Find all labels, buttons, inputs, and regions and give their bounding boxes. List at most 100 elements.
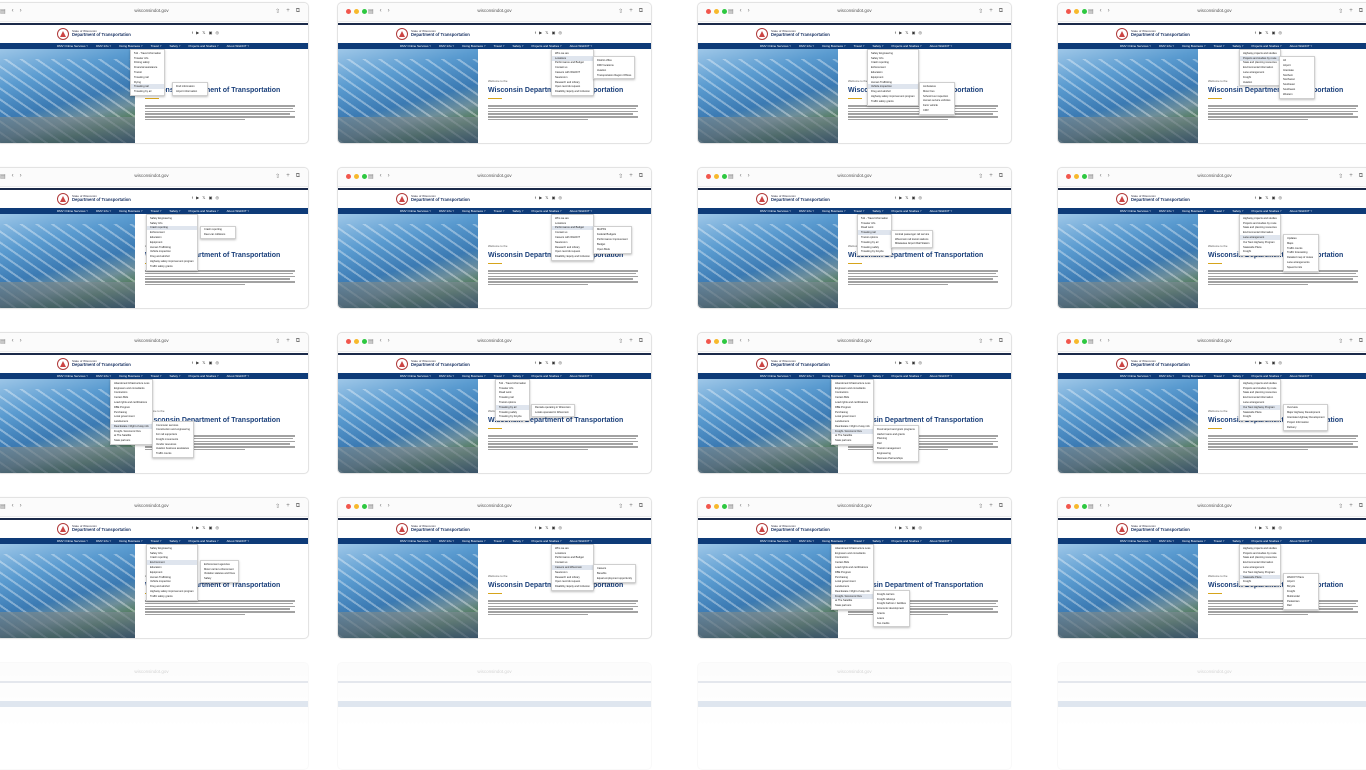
menu-item[interactable]: State partners: [111, 438, 152, 443]
address-bar[interactable]: wisconsindot.gov: [823, 502, 885, 509]
site-logo[interactable]: State of Wisconsin Department of Transpor…: [756, 357, 830, 371]
sidebar-icon[interactable]: ▤: [728, 503, 734, 510]
nav-item[interactable]: Projects and Studies ˅: [189, 373, 219, 379]
close-window-button[interactable]: [706, 339, 711, 344]
nav-item[interactable]: Safety ˅: [512, 208, 523, 214]
menu-item[interactable]: Rail: [1284, 603, 1318, 608]
tabs-overview-icon[interactable]: ⧉: [296, 338, 300, 345]
share-icon[interactable]: ⇧: [1338, 8, 1343, 15]
forward-icon[interactable]: ›: [388, 8, 390, 15]
site-logo[interactable]: State of Wisconsin Department of Transpor…: [396, 192, 470, 206]
site-logo[interactable]: State of Wisconsin Department of Transpor…: [756, 522, 830, 536]
forward-icon[interactable]: ›: [20, 173, 22, 180]
nav-item[interactable]: About WisDOT ˅: [930, 208, 953, 214]
back-icon[interactable]: ‹: [740, 338, 742, 345]
back-icon[interactable]: ‹: [380, 503, 382, 510]
social-icons[interactable]: f ▶ 𝕏 ▣ ◎: [535, 30, 563, 35]
nav-item[interactable]: Travel ˅: [1214, 538, 1225, 544]
close-window-button[interactable]: [346, 9, 351, 14]
sidebar-icon[interactable]: ▤: [728, 173, 734, 180]
tabs-overview-icon[interactable]: ⧉: [999, 503, 1003, 510]
menu-item[interactable]: Aviation: [1240, 80, 1280, 85]
forward-icon[interactable]: ›: [1108, 173, 1110, 180]
new-tab-icon[interactable]: +: [286, 8, 290, 15]
back-icon[interactable]: ‹: [380, 338, 382, 345]
share-icon[interactable]: ⇧: [978, 173, 983, 180]
forward-icon[interactable]: ›: [748, 173, 750, 180]
tabs-overview-icon[interactable]: ⧉: [999, 338, 1003, 345]
tabs-overview-icon[interactable]: ⧉: [639, 173, 643, 180]
site-logo[interactable]: State of Wisconsin Department of Transpor…: [1116, 522, 1190, 536]
forward-icon[interactable]: ›: [748, 338, 750, 345]
zoom-window-button[interactable]: [1082, 9, 1087, 14]
address-bar[interactable]: wisconsindot.gov: [823, 337, 885, 344]
sidebar-icon[interactable]: ▤: [368, 8, 374, 15]
nav-item[interactable]: About WisDOT ˅: [1290, 208, 1313, 214]
share-icon[interactable]: ⇧: [1338, 503, 1343, 510]
social-icons[interactable]: f ▶ 𝕏 ▣ ◎: [192, 360, 220, 365]
social-icons[interactable]: f ▶ 𝕏 ▣ ◎: [535, 525, 563, 530]
address-bar[interactable]: wisconsindot.gov: [120, 337, 182, 344]
minimize-window-button[interactable]: [714, 9, 719, 14]
social-icons[interactable]: f ▶ 𝕏 ▣ ◎: [1255, 30, 1283, 35]
share-icon[interactable]: ⇧: [275, 338, 280, 345]
new-tab-icon[interactable]: +: [989, 503, 993, 510]
nav-item[interactable]: About WisDOT ˅: [930, 538, 953, 544]
nav-item[interactable]: Safety ˅: [512, 538, 523, 544]
new-tab-icon[interactable]: +: [989, 8, 993, 15]
minimize-window-button[interactable]: [714, 339, 719, 344]
menu-item[interactable]: Airport information: [173, 89, 207, 94]
site-logo[interactable]: State of Wisconsin Department of Transpor…: [57, 522, 131, 536]
back-icon[interactable]: ‹: [12, 173, 14, 180]
site-logo[interactable]: State of Wisconsin Department of Transpor…: [756, 192, 830, 206]
minimize-window-button[interactable]: [1074, 339, 1079, 344]
zoom-window-button[interactable]: [362, 9, 367, 14]
site-logo[interactable]: State of Wisconsin Department of Transpor…: [396, 522, 470, 536]
forward-icon[interactable]: ›: [20, 503, 22, 510]
close-window-button[interactable]: [346, 339, 351, 344]
menu-item[interactable]: Disability, Equity and Inclusion: [552, 254, 593, 259]
menu-item[interactable]: Safety: [201, 576, 238, 581]
close-window-button[interactable]: [346, 174, 351, 179]
menu-item[interactable]: Locals operated in Wisconsin: [532, 410, 574, 415]
nav-item[interactable]: Safety ˅: [169, 373, 180, 379]
close-window-button[interactable]: [1066, 9, 1071, 14]
site-logo[interactable]: State of Wisconsin Department of Transpor…: [756, 27, 830, 41]
new-tab-icon[interactable]: +: [989, 173, 993, 180]
menu-item[interactable]: Freight: [1240, 249, 1280, 254]
nav-item[interactable]: Travel ˅: [494, 208, 505, 214]
address-bar[interactable]: wisconsindot.gov: [1183, 7, 1245, 14]
new-tab-icon[interactable]: +: [286, 338, 290, 345]
nav-item[interactable]: About WisDOT ˅: [227, 538, 250, 544]
back-icon[interactable]: ‹: [380, 173, 382, 180]
menu-item[interactable]: Open Book: [594, 247, 631, 252]
zoom-window-button[interactable]: [1082, 174, 1087, 179]
social-icons[interactable]: f ▶ 𝕏 ▣ ◎: [192, 525, 220, 530]
close-window-button[interactable]: [706, 174, 711, 179]
minimize-window-button[interactable]: [714, 174, 719, 179]
minimize-window-button[interactable]: [714, 504, 719, 509]
sidebar-icon[interactable]: ▤: [1088, 338, 1094, 345]
address-bar[interactable]: wisconsindot.gov: [120, 172, 182, 179]
menu-item[interactable]: Disability, Equity and Inclusion: [552, 584, 593, 589]
close-window-button[interactable]: [1066, 339, 1071, 344]
share-icon[interactable]: ⇧: [1338, 338, 1343, 345]
nav-item[interactable]: Safety ˅: [512, 43, 523, 49]
address-bar[interactable]: wisconsindot.gov: [120, 502, 182, 509]
sidebar-icon[interactable]: ▤: [0, 338, 6, 345]
share-icon[interactable]: ⇧: [618, 173, 623, 180]
zoom-window-button[interactable]: [1082, 339, 1087, 344]
menu-item[interactable]: Traveling by air: [131, 89, 164, 94]
menu-item[interactable]: State partners: [832, 603, 873, 608]
address-bar[interactable]: wisconsindot.gov: [463, 337, 525, 344]
nav-item[interactable]: Travel ˅: [1214, 43, 1225, 49]
menu-item[interactable]: Milwaukee Airport Rail Station: [892, 241, 932, 246]
site-logo[interactable]: State of Wisconsin Department of Transpor…: [57, 357, 131, 371]
forward-icon[interactable]: ›: [748, 503, 750, 510]
tabs-overview-icon[interactable]: ⧉: [296, 503, 300, 510]
menu-item[interactable]: Transportation Region Offices: [594, 73, 634, 78]
share-icon[interactable]: ⇧: [275, 173, 280, 180]
forward-icon[interactable]: ›: [1108, 338, 1110, 345]
sidebar-icon[interactable]: ▤: [1088, 503, 1094, 510]
forward-icon[interactable]: ›: [20, 8, 22, 15]
